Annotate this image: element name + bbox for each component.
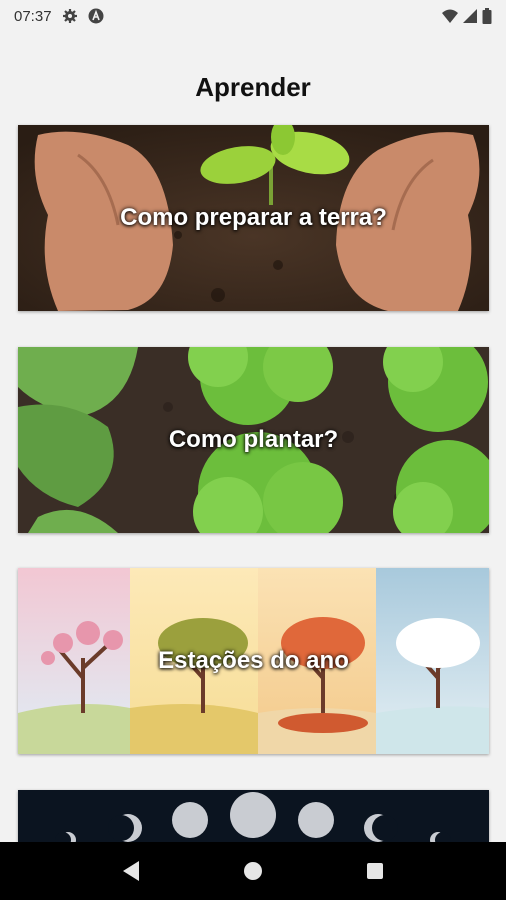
home-button[interactable] bbox=[233, 851, 273, 891]
card-moon-phases[interactable] bbox=[18, 790, 489, 842]
signal-icon bbox=[462, 8, 478, 24]
back-button[interactable] bbox=[111, 851, 151, 891]
page-title: Aprender bbox=[195, 72, 311, 102]
system-nav-bar bbox=[0, 842, 506, 900]
a-badge-icon bbox=[88, 8, 104, 24]
card-prepare-soil[interactable]: Como preparar a terra? bbox=[18, 125, 489, 311]
home-icon bbox=[244, 862, 262, 880]
settings-icon bbox=[62, 8, 78, 24]
card-how-to-plant[interactable]: Como plantar? bbox=[18, 347, 489, 533]
recents-button[interactable] bbox=[355, 851, 395, 891]
battery-icon bbox=[482, 8, 492, 24]
card-seasons[interactable]: Estações do ano bbox=[18, 568, 489, 754]
recents-icon bbox=[367, 863, 383, 879]
status-bar: 07:37 bbox=[0, 0, 506, 32]
card-label: Como plantar? bbox=[168, 426, 339, 453]
card-label bbox=[18, 790, 489, 842]
wifi-icon bbox=[442, 8, 458, 24]
card-label: Estações do ano bbox=[158, 647, 349, 674]
clock: 07:37 bbox=[14, 7, 52, 25]
card-label: Como preparar a terra? bbox=[120, 204, 387, 231]
back-icon bbox=[123, 861, 139, 881]
